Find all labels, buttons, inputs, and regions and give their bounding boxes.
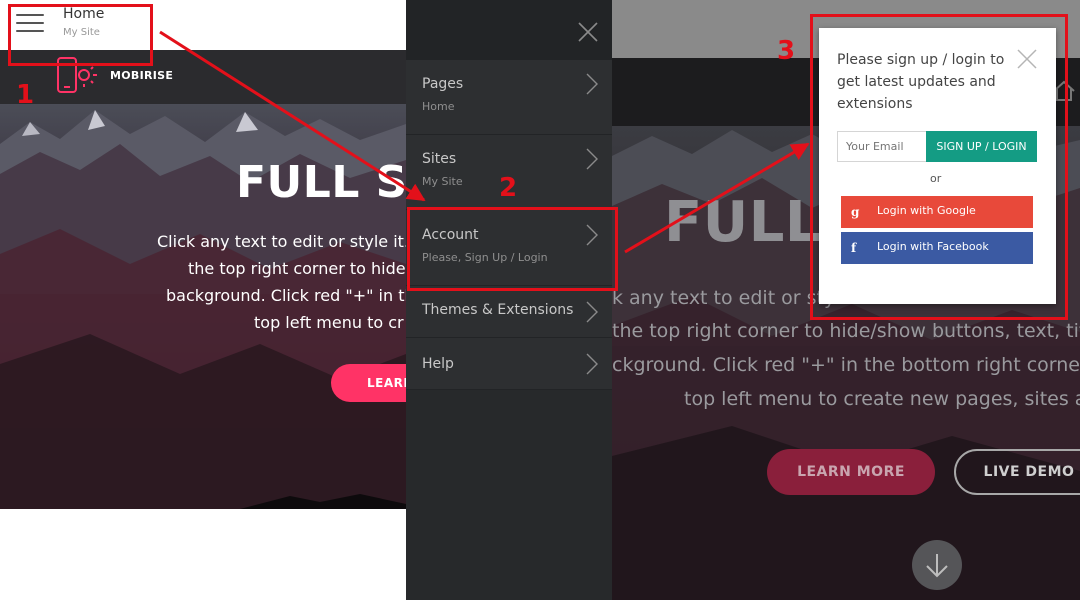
menu-item-sub: Home: [422, 100, 455, 113]
chevron-right-icon: [586, 73, 598, 95]
scroll-down-button: [912, 540, 962, 590]
close-icon[interactable]: [576, 20, 600, 44]
dimmed-hero-body-line: top left menu to create new pages, sites…: [684, 388, 1080, 410]
annotation-number-2: 2: [499, 173, 518, 203]
annotation-number-1: 1: [16, 80, 35, 110]
hero-title[interactable]: FULL S: [236, 157, 408, 208]
arrow-down-icon: [926, 554, 948, 578]
menu-item-label: Help: [422, 356, 454, 372]
chevron-right-icon: [586, 148, 598, 170]
chevron-right-icon: [586, 353, 598, 375]
menu-item-pages[interactable]: Pages Home: [406, 60, 612, 135]
annotation-box-1: [8, 4, 153, 66]
dimmed-live-demo-button: LIVE DEMO: [954, 449, 1080, 495]
side-menu-empty-area: [406, 390, 612, 600]
menu-item-themes-extensions[interactable]: Themes & Extensions: [406, 286, 612, 338]
dimmed-hero-body-line: ckground. Click red "+" in the bottom ri…: [612, 354, 1080, 376]
menu-item-help[interactable]: Help: [406, 338, 612, 390]
annotation-box-2: [407, 207, 618, 291]
annotation-box-3: [810, 14, 1068, 320]
dimmed-learn-more-button: LEARN MORE: [767, 449, 935, 495]
hero-body-line[interactable]: the top right corner to hide: [188, 259, 406, 278]
hero-body-line[interactable]: background. Click red "+" in th: [166, 286, 415, 305]
chevron-right-icon: [586, 301, 598, 323]
hero-body-line[interactable]: Click any text to edit or style it.: [157, 232, 409, 251]
annotation-number-3: 3: [777, 36, 796, 66]
brand-name[interactable]: MOBIRISE: [110, 69, 173, 82]
hero-body-line[interactable]: top left menu to cr: [254, 313, 404, 332]
menu-item-label: Pages: [422, 76, 464, 92]
menu-item-label: Sites: [422, 151, 457, 167]
menu-item-sub: My Site: [422, 175, 463, 188]
dimmed-hero-body-line: the top right corner to hide/show button…: [612, 320, 1080, 342]
menu-item-label: Themes & Extensions: [422, 302, 574, 318]
